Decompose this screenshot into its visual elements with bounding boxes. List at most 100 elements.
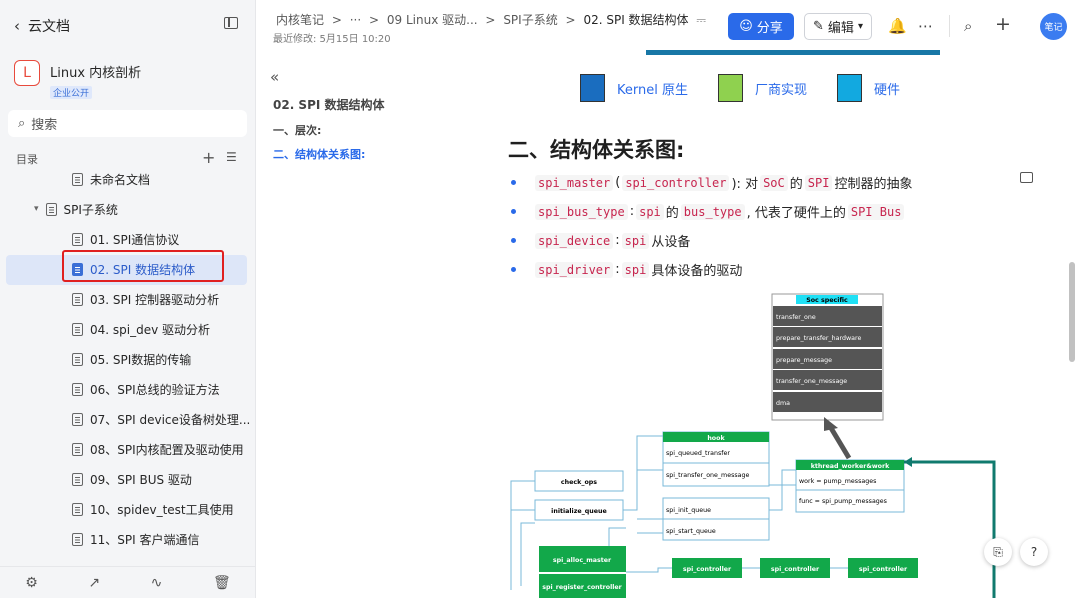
sidebar-collapse-icon[interactable]: [224, 17, 238, 29]
bullet-text: (: [615, 175, 621, 190]
inline-code: spi_driver: [535, 261, 614, 278]
share-button[interactable]: ☺ 分享: [728, 13, 794, 40]
list-icon[interactable]: ☰: [226, 150, 237, 164]
doc-tree: 未命名文档 ▾ SPI子系统 01. SPI通信协议 02. SPI 数据结构体 …: [0, 164, 256, 566]
top-header: 内核笔记 > ··· > 09 Linux 驱动... > SPI子系统 > 0…: [256, 0, 1080, 50]
bell-icon[interactable]: 🔔: [888, 17, 907, 35]
breadcrumb-item[interactable]: ···: [350, 13, 361, 27]
breadcrumb-current: 02. SPI 数据结构体: [583, 13, 689, 27]
inline-code: bus_type: [680, 203, 745, 220]
tree-item[interactable]: 10、spidev_test工具使用: [72, 494, 234, 524]
trash-icon[interactable]: 🗑: [213, 575, 231, 591]
collapse-outline-icon[interactable]: «: [270, 68, 279, 86]
tree-item-label: 03. SPI 控制器驱动分析: [90, 292, 220, 307]
breadcrumb-separator: >: [485, 13, 496, 27]
search-placeholder: 搜索: [31, 118, 58, 133]
initialize-queue-label: initialize_queue: [551, 508, 607, 515]
chevron-left-icon[interactable]: ‹: [14, 17, 20, 35]
tree-item-label: 06、SPI总线的验证方法: [90, 382, 220, 397]
comment-icon[interactable]: [1020, 172, 1033, 183]
bullet-text: :: [615, 233, 620, 248]
inline-code: spi_master: [535, 174, 614, 191]
sidebar-footer: ⚙ ↗ ∿ 🗑: [0, 566, 256, 598]
share-icon[interactable]: ↗: [88, 575, 100, 591]
document-icon: [72, 292, 83, 306]
breadcrumb-item[interactable]: SPI子系统: [503, 13, 557, 27]
document-icon: [72, 442, 83, 456]
document-icon: [45, 202, 57, 216]
tree-item[interactable]: 11、SPI 客户端通信: [72, 524, 199, 554]
soc-title: Soc specific: [806, 297, 848, 304]
tree-item[interactable]: 07、SPI device设备树处理...: [72, 404, 250, 434]
breadcrumb: 内核笔记 > ··· > 09 Linux 驱动... > SPI子系统 > 0…: [276, 11, 710, 28]
document-icon: [72, 532, 83, 546]
more-icon[interactable]: ⋯: [918, 17, 933, 35]
tree-item-label: 09、SPI BUS 驱动: [90, 472, 192, 487]
bullet-item: spi_device: spi 从设备: [508, 226, 912, 255]
avatar[interactable]: 笔记: [1040, 13, 1067, 40]
controller-label: spi_controller: [771, 566, 820, 573]
bullet-text: ): 对: [731, 177, 759, 192]
share-label: 分享: [756, 21, 783, 36]
init-row: spi_start_queue: [666, 528, 716, 535]
inline-code: spi_device: [535, 232, 614, 249]
tree-item-label: 08、SPI内核配置及驱动使用: [90, 442, 244, 457]
kthread-title: kthread_worker&work: [811, 463, 890, 470]
tree-item-label: 01. SPI通信协议: [90, 232, 180, 247]
breadcrumb-item[interactable]: 09 Linux 驱动...: [387, 13, 478, 27]
bullet-text: 从设备: [651, 235, 691, 250]
copy-icon[interactable]: ⎘: [984, 538, 1012, 566]
breadcrumb-item[interactable]: 内核笔记: [276, 13, 324, 27]
scrollbar[interactable]: [1069, 262, 1075, 362]
plus-icon[interactable]: +: [995, 13, 1011, 35]
chevron-down-icon: ▾: [857, 21, 863, 32]
tree-item[interactable]: 05. SPI数据的传输: [72, 344, 191, 374]
tree-item[interactable]: 09、SPI BUS 驱动: [72, 464, 192, 494]
tree-item[interactable]: 04. spi_dev 驱动分析: [72, 314, 210, 344]
tree-item[interactable]: 未命名文档: [72, 164, 150, 194]
search-icon[interactable]: ⌕: [964, 17, 972, 35]
outline-item[interactable]: 一、层次:: [273, 122, 321, 138]
bullet-text: :: [615, 262, 620, 277]
outline-item-active[interactable]: 二、结构体关系图:: [273, 146, 365, 162]
inline-code: spi_controller: [622, 174, 730, 191]
settings-icon[interactable]: ⚙: [25, 575, 38, 591]
highlight-annotation-box: [62, 250, 224, 282]
caret-down-icon[interactable]: ▾: [34, 204, 39, 214]
tree-item[interactable]: 08、SPI内核配置及驱动使用: [72, 434, 244, 464]
legend-swatch: [717, 74, 743, 102]
hook-title: hook: [707, 435, 725, 442]
tree-item-folder[interactable]: ▾ SPI子系统: [34, 194, 118, 224]
help-icon[interactable]: ?: [1020, 538, 1048, 566]
soc-row: dma: [776, 400, 790, 407]
document-icon: [72, 502, 83, 516]
legend-swatch: [580, 74, 605, 102]
edit-button[interactable]: ✎ 编辑 ▾: [804, 13, 872, 40]
sidebar-header[interactable]: ‹ 云文档: [14, 16, 70, 36]
inline-code: spi: [636, 203, 664, 220]
bullet-text: :: [629, 204, 635, 219]
inline-code: spi_bus_type: [535, 203, 628, 220]
document-body: Kernel 原生 厂商实现 硬件 二、结构体关系图: spi_master(s…: [456, 50, 1036, 598]
bullet-item: spi_driver: spi 具体设备的驱动: [508, 255, 912, 284]
image-edge: [646, 50, 940, 55]
controller-label: spi_controller: [859, 566, 908, 573]
color-legend: Kernel 原生 厂商实现 硬件: [580, 74, 930, 102]
tree-item-label: SPI子系统: [63, 202, 118, 217]
tree-item[interactable]: 06、SPI总线的验证方法: [72, 374, 220, 404]
register-controller-label: spi_register_controller: [542, 584, 622, 591]
search-input[interactable]: ⌕ 搜索: [8, 110, 247, 137]
pin-icon[interactable]: ⎓: [696, 13, 706, 27]
kb-badge: 企业公开: [50, 86, 93, 99]
stats-icon[interactable]: ∿: [151, 575, 163, 591]
outline-title[interactable]: 02. SPI 数据结构体: [273, 96, 385, 113]
tree-item[interactable]: 03. SPI 控制器驱动分析: [72, 284, 219, 314]
legend-label: 硬件: [874, 82, 901, 98]
check-ops-label: check_ops: [561, 479, 597, 486]
user-icon: ☺: [739, 19, 753, 34]
document-icon: [72, 472, 83, 486]
inline-code: SPI Bus: [847, 203, 905, 220]
knowledge-base-header[interactable]: L Linux 内核剖析 企业公开: [14, 60, 141, 100]
kb-name: Linux 内核剖析: [50, 66, 142, 81]
arrow: [828, 426, 852, 460]
